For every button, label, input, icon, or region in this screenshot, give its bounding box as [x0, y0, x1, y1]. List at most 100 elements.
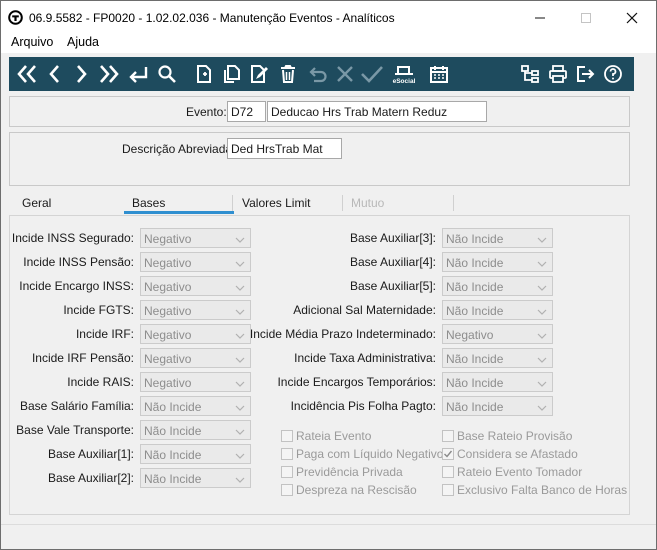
field-label: Incide Encargos Temporários: [277, 375, 436, 389]
copy-document-icon [224, 65, 240, 83]
last-record-button[interactable] [97, 62, 121, 86]
close-button[interactable] [609, 5, 655, 31]
print-button[interactable] [546, 62, 570, 86]
toolbar: eSocial [9, 57, 634, 91]
chevron-down-icon [537, 285, 547, 291]
delete-button[interactable] [276, 62, 300, 86]
maximize-button[interactable] [563, 5, 609, 31]
chevron-down-icon [235, 309, 245, 315]
checkbox-label: Base Rateio Provisão [457, 429, 573, 443]
checkbox[interactable] [442, 430, 454, 442]
close-icon [626, 12, 638, 24]
previous-record-button[interactable] [43, 62, 67, 86]
incidence-select[interactable]: Negativo [442, 324, 553, 344]
edit-document-button[interactable] [247, 62, 271, 86]
checkbox[interactable] [281, 448, 293, 460]
copy-document-button[interactable] [219, 62, 243, 86]
checkbox[interactable] [442, 448, 454, 460]
undo-icon [309, 67, 327, 83]
chevron-down-icon [235, 357, 245, 363]
checkbox-label: Paga com Líquido Negativo [296, 447, 444, 461]
checkbox[interactable] [442, 484, 454, 496]
select-value: Não Incide [446, 376, 504, 390]
incidence-select[interactable]: Não Incide [442, 252, 553, 272]
evento-label: Evento: [186, 105, 227, 119]
return-button[interactable] [126, 62, 150, 86]
checkbox[interactable] [281, 484, 293, 496]
incidence-select[interactable]: Não Incide [442, 276, 553, 296]
incidence-select[interactable]: Negativo [140, 252, 251, 272]
evento-name-field[interactable]: Deducao Hrs Trab Matern Reduz [267, 101, 487, 122]
totvs-logo-icon [8, 10, 23, 25]
edit-document-icon [251, 65, 268, 83]
incidence-select[interactable]: Não Incide [442, 300, 553, 320]
select-value: Não Incide [144, 400, 202, 414]
confirm-button[interactable] [360, 62, 384, 86]
checkbox-label: Despreza na Rescisão [296, 483, 417, 497]
incidence-select[interactable]: Não Incide [140, 468, 251, 488]
chevron-down-icon [235, 429, 245, 435]
select-value: Negativo [144, 328, 192, 342]
incidence-select[interactable]: Negativo [140, 300, 251, 320]
exit-button[interactable] [573, 62, 597, 86]
evento-code-field[interactable]: D72 [227, 101, 266, 122]
incidence-select[interactable]: Não Incide [442, 372, 553, 392]
help-button[interactable] [601, 62, 625, 86]
tab-valores-limit[interactable]: Valores Limit [242, 196, 310, 210]
menu-bar: Arquivo Ajuda [1, 35, 656, 53]
field-label: Incide Taxa Administrativa: [294, 351, 436, 365]
title-bar: 06.9.5582 - FP0020 - 1.02.02.036 - Manut… [1, 1, 656, 35]
tab-geral[interactable]: Geral [22, 196, 51, 210]
select-value: Negativo [144, 256, 192, 270]
window-title: 06.9.5582 - FP0020 - 1.02.02.036 - Manut… [29, 11, 395, 25]
incidence-select[interactable]: Negativo [140, 276, 251, 296]
incidence-select[interactable]: Negativo [140, 348, 251, 368]
tab-bases[interactable]: Bases [132, 196, 165, 210]
incidence-select[interactable]: Não Incide [442, 348, 553, 368]
field-label: Incide INSS Segurado: [11, 231, 134, 245]
checkbox[interactable] [281, 466, 293, 478]
incidence-select[interactable]: Não Incide [442, 228, 553, 248]
checkbox[interactable] [442, 466, 454, 478]
first-record-icon [17, 65, 36, 83]
field-label: Base Auxiliar[4]: [349, 255, 436, 269]
incidence-select[interactable]: Negativo [140, 324, 251, 344]
esocial-button[interactable]: eSocial [390, 62, 418, 86]
cancel-button[interactable] [333, 62, 357, 86]
help-icon [604, 65, 622, 83]
next-record-button[interactable] [69, 62, 93, 86]
field-label: Adicional Sal Maternidade: [293, 303, 436, 317]
chevron-down-icon [235, 477, 245, 483]
select-value: Negativo [144, 352, 192, 366]
select-value: Não Incide [144, 472, 202, 486]
new-document-button[interactable] [192, 62, 216, 86]
esocial-label: eSocial [393, 78, 416, 85]
field-label: Base Vale Transporte: [16, 423, 134, 437]
descricao-field[interactable]: Ded HrsTrab Mat [227, 138, 342, 159]
search-button[interactable] [155, 62, 179, 86]
undo-button[interactable] [305, 62, 329, 86]
menu-arquivo[interactable]: Arquivo [11, 35, 53, 49]
incidence-select[interactable]: Não Incide [140, 444, 251, 464]
incidence-select[interactable]: Não Incide [442, 396, 553, 416]
evento-panel: Evento: D72 Deducao Hrs Trab Matern Redu… [9, 96, 630, 127]
checkbox[interactable] [281, 430, 293, 442]
checkbox-label: Exclusivo Falta Banco de Horas [457, 483, 628, 497]
structure-button[interactable] [518, 62, 542, 86]
chevron-down-icon [537, 309, 547, 315]
incidence-select[interactable]: Negativo [140, 228, 251, 248]
incidence-select[interactable]: Não Incide [140, 420, 251, 440]
calendar-button[interactable] [427, 62, 451, 86]
incidence-select[interactable]: Negativo [140, 372, 251, 392]
field-label: Incide IRF Pensão: [31, 351, 134, 365]
minimize-button[interactable] [517, 5, 563, 31]
first-record-button[interactable] [15, 62, 39, 86]
incidence-select[interactable]: Não Incide [140, 396, 251, 416]
chevron-down-icon [537, 261, 547, 267]
select-value: Não Incide [446, 400, 504, 414]
menu-ajuda[interactable]: Ajuda [67, 35, 99, 49]
tab-mutuo[interactable]: Mutuo [351, 196, 384, 210]
exit-icon [577, 66, 595, 82]
next-record-icon [77, 65, 87, 83]
checkbox-label: Previdência Privada [296, 465, 403, 479]
